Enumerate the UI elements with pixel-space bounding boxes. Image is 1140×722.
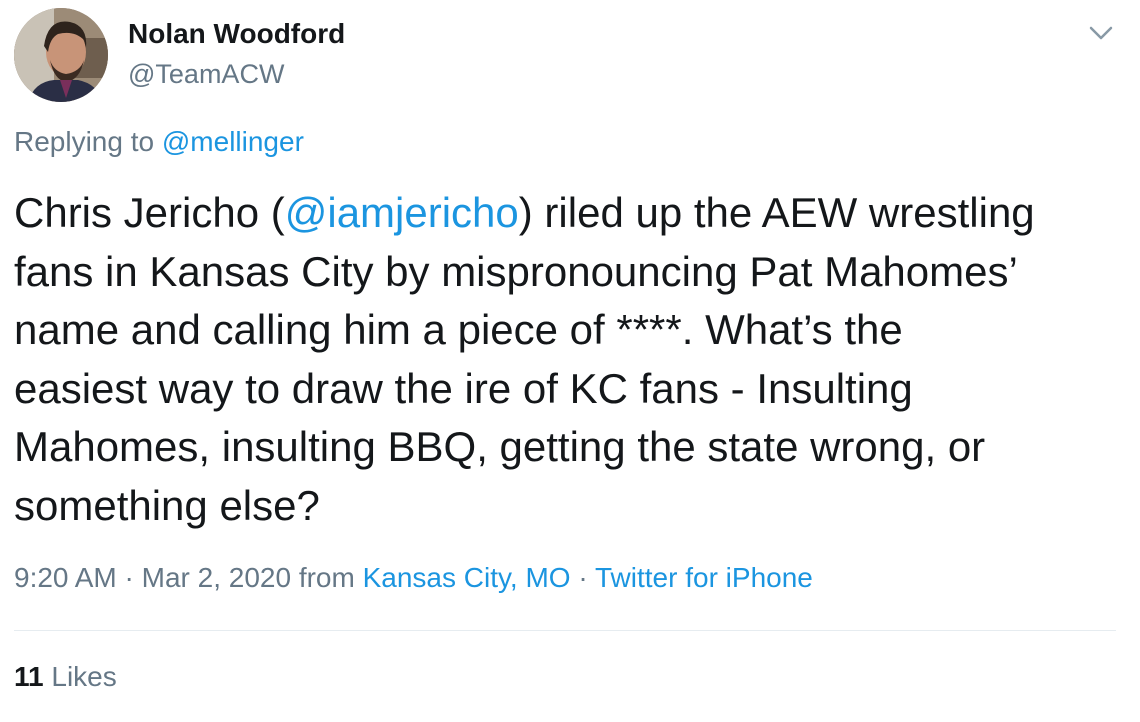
mention-link[interactable]: @iamjericho	[285, 189, 519, 236]
meta-from: from	[291, 562, 363, 593]
user-handle[interactable]: @TeamACW	[128, 59, 284, 90]
tweet-text-line: something else?	[14, 481, 320, 529]
source-link[interactable]: Twitter for iPhone	[595, 562, 813, 593]
likes-count: 11	[14, 661, 44, 692]
divider	[14, 630, 1116, 631]
likes-stat[interactable]: 11 Likes	[14, 661, 117, 693]
tweet-time-link[interactable]: 9:20 AM	[14, 562, 117, 593]
replying-to-handle-link[interactable]: @mellinger	[162, 126, 304, 157]
meta-separator: ·	[116, 562, 142, 593]
location-link[interactable]: Kansas City, MO	[363, 562, 571, 593]
tweet-text-segment: ) riled up the AEW wrestling	[518, 189, 1035, 236]
likes-label: Likes	[43, 661, 117, 692]
tweet-meta: 9:20 AM · Mar 2, 2020 from Kansas City, …	[14, 562, 813, 594]
avatar-image	[14, 8, 108, 102]
tweet-text-line: Mahomes, insulting BBQ, getting the stat…	[14, 423, 986, 470]
user-name[interactable]: Nolan Woodford	[128, 18, 345, 50]
meta-separator: ·	[570, 562, 595, 593]
tweet-text-segment: Chris Jericho (	[14, 189, 285, 236]
chevron-down-icon[interactable]	[1086, 18, 1116, 48]
tweet-text-line: fans in Kansas City by mispronouncing Pa…	[14, 247, 1018, 295]
tweet-text-line: name and calling him a piece of ****. Wh…	[14, 306, 903, 353]
tweet-date-link[interactable]: Mar 2, 2020	[142, 562, 291, 593]
tweet-text-line: easiest way to draw the ire of KC fans -…	[14, 364, 913, 412]
tweet-text-line: Chris Jericho (@iamjericho) riled up the…	[14, 184, 1124, 243]
replying-to: Replying to @mellinger	[14, 126, 304, 158]
replying-to-label: Replying to	[14, 126, 162, 157]
tweet-text: Chris Jericho (@iamjericho) riled up the…	[14, 184, 1124, 535]
avatar[interactable]	[14, 8, 108, 102]
tweet-card: Nolan Woodford @TeamACW Replying to @mel…	[0, 0, 1140, 722]
